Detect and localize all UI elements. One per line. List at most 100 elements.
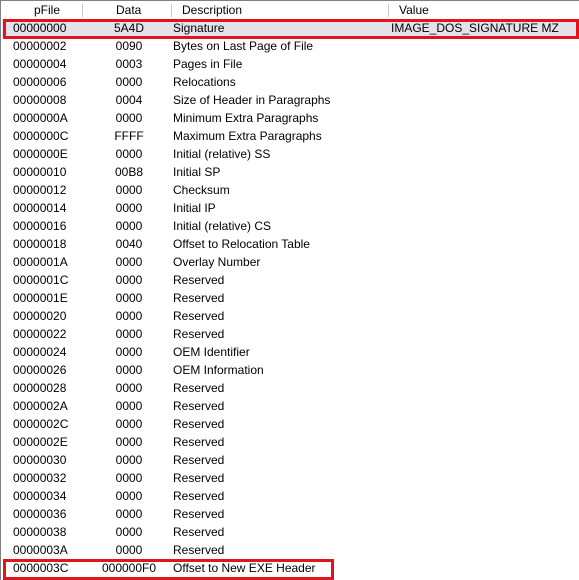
table-row[interactable]: 0000000A 0000 Minimum Extra Paragraphs (2, 109, 579, 127)
table-row[interactable]: 00000010 00B8 Initial SP (2, 163, 579, 181)
cell-description: Reserved (173, 435, 225, 449)
cell-data: 0090 (115, 39, 143, 53)
cell-description: Reserved (173, 525, 225, 539)
cell-data: 0000 (115, 201, 143, 215)
table-row[interactable]: 00000032 0000 Reserved (2, 469, 579, 487)
table-row[interactable]: 00000004 0003 Pages in File (2, 55, 579, 73)
cell-data: 0000 (115, 363, 143, 377)
cell-description: Reserved (173, 453, 225, 467)
table-row[interactable]: 0000003C 000000F0 Offset to New EXE Header (2, 559, 579, 577)
cell-pfile: 00000022 (13, 327, 67, 341)
table-row[interactable]: 00000026 0000 OEM Information (2, 361, 579, 379)
table-row[interactable]: 0000003A 0000 Reserved (2, 541, 579, 559)
table-row[interactable]: 00000008 0004 Size of Header in Paragraphs (2, 91, 579, 109)
column-header-value[interactable]: Value (399, 2, 429, 19)
column-header-pfile[interactable]: pFile (34, 2, 60, 19)
column-divider[interactable] (388, 4, 389, 17)
table-row[interactable]: 00000028 0000 Reserved (2, 379, 579, 397)
table-row[interactable]: 00000030 0000 Reserved (2, 451, 579, 469)
table-row[interactable]: 0000001E 0000 Reserved (2, 289, 579, 307)
table-row[interactable]: 00000020 0000 Reserved (2, 307, 579, 325)
cell-pfile: 00000034 (13, 489, 67, 503)
table-row[interactable]: 0000002A 0000 Reserved (2, 397, 579, 415)
table-row[interactable]: 00000024 0000 OEM Identifier (2, 343, 579, 361)
cell-data: 0000 (115, 309, 143, 323)
table-row[interactable]: 0000000E 0000 Initial (relative) SS (2, 145, 579, 163)
table-row[interactable]: 00000016 0000 Initial (relative) CS (2, 217, 579, 235)
cell-pfile: 00000024 (13, 345, 67, 359)
table-row[interactable]: 00000014 0000 Initial IP (2, 199, 579, 217)
dos-header-table: pFile Data Description Value 00000000 5A4… (0, 0, 579, 580)
cell-description: Reserved (173, 543, 225, 557)
cell-data: 0000 (115, 75, 143, 89)
table-row[interactable]: 0000001C 0000 Reserved (2, 271, 579, 289)
cell-data: 0000 (115, 381, 143, 395)
cell-description: Reserved (173, 471, 225, 485)
column-header-data[interactable]: Data (116, 2, 141, 19)
cell-pfile: 0000003A (13, 543, 68, 557)
table-row[interactable]: 00000018 0040 Offset to Relocation Table (2, 235, 579, 253)
column-divider[interactable] (171, 4, 172, 17)
table-row[interactable]: 00000034 0000 Reserved (2, 487, 579, 505)
cell-pfile: 0000003C (13, 561, 69, 575)
cell-data: 0000 (115, 489, 143, 503)
table-row[interactable]: 00000006 0000 Relocations (2, 73, 579, 91)
cell-pfile: 0000000E (13, 147, 68, 161)
cell-pfile: 00000014 (13, 201, 67, 215)
cell-data: 0000 (115, 111, 143, 125)
cell-data: 0000 (115, 417, 143, 431)
cell-data: 0000 (115, 471, 143, 485)
table-row[interactable]: 00000022 0000 Reserved (2, 325, 579, 343)
cell-pfile: 0000000A (13, 111, 68, 125)
table-row[interactable]: 0000001A 0000 Overlay Number (2, 253, 579, 271)
table-row[interactable]: 00000036 0000 Reserved (2, 505, 579, 523)
cell-description: Initial (relative) SS (173, 147, 271, 161)
cell-data: 0000 (115, 345, 143, 359)
column-divider[interactable] (82, 4, 83, 17)
cell-data: 000000F0 (101, 561, 157, 575)
table-row[interactable]: 0000002C 0000 Reserved (2, 415, 579, 433)
cell-pfile: 0000002E (13, 435, 68, 449)
table-row[interactable]: 00000002 0090 Bytes on Last Page of File (2, 37, 579, 55)
table-row[interactable]: 0000002E 0000 Reserved (2, 433, 579, 451)
cell-description: Offset to New EXE Header (173, 561, 316, 575)
table-row[interactable]: 0000000C FFFF Maximum Extra Paragraphs (2, 127, 579, 145)
table-row[interactable]: 00000038 0000 Reserved (2, 523, 579, 541)
cell-description: Initial (relative) CS (173, 219, 272, 233)
cell-description: Size of Header in Paragraphs (173, 93, 331, 107)
cell-data: 00B8 (114, 165, 144, 179)
table-row[interactable]: 00000000 5A4D Signature IMAGE_DOS_SIGNATURE… (2, 19, 579, 37)
cell-description: OEM Information (173, 363, 264, 377)
cell-data: 0000 (115, 399, 143, 413)
cell-pfile: 0000001A (13, 255, 68, 269)
cell-data: 0004 (115, 93, 143, 107)
cell-pfile: 00000000 (13, 21, 67, 35)
cell-data: 0000 (115, 453, 143, 467)
cell-pfile: 00000010 (13, 165, 67, 179)
cell-pfile: 00000004 (13, 57, 67, 71)
cell-pfile: 00000006 (13, 75, 67, 89)
cell-description: Signature (173, 21, 225, 35)
cell-description: Reserved (173, 381, 225, 395)
cell-pfile: 00000026 (13, 363, 67, 377)
cell-description: Reserved (173, 507, 225, 521)
cell-description: Relocations (173, 75, 236, 89)
cell-pfile: 00000032 (13, 471, 67, 485)
cell-description: Offset to Relocation Table (173, 237, 310, 251)
cell-pfile: 00000002 (13, 39, 67, 53)
cell-data: 0000 (115, 291, 143, 305)
table-row[interactable]: 00000012 0000 Checksum (2, 181, 579, 199)
cell-data: 5A4D (113, 21, 145, 35)
cell-description: Reserved (173, 327, 225, 341)
cell-pfile: 00000038 (13, 525, 67, 539)
cell-pfile: 0000002A (13, 399, 68, 413)
cell-description: Initial IP (173, 201, 216, 215)
cell-data: 0000 (115, 435, 143, 449)
cell-value: IMAGE_DOS_SIGNATURE MZ (391, 21, 559, 35)
cell-pfile: 00000008 (13, 93, 67, 107)
column-header-description[interactable]: Description (182, 2, 242, 19)
cell-data: 0003 (115, 57, 143, 71)
cell-description: Reserved (173, 309, 225, 323)
table-header: pFile Data Description Value (2, 2, 579, 19)
cell-pfile: 00000018 (13, 237, 67, 251)
